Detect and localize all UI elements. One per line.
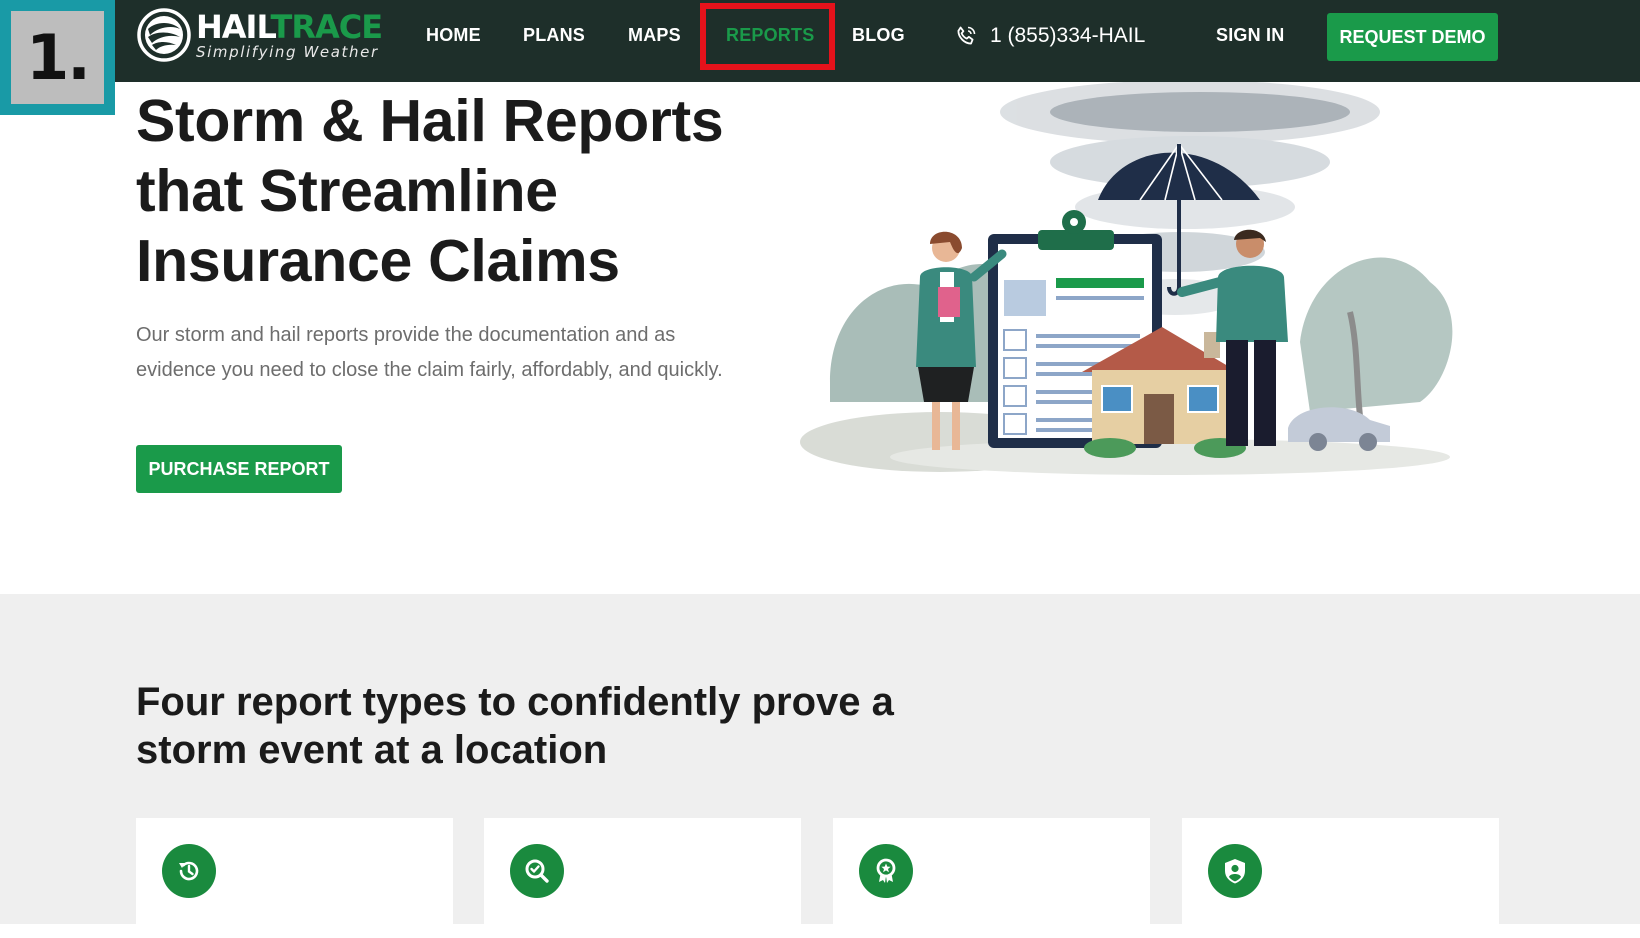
report-types-heading-line-2: storm event at a location — [136, 728, 608, 772]
purchase-report-button[interactable]: PURCHASE REPORT — [136, 445, 342, 493]
hero-title-line-1: Storm & Hail Reports — [136, 88, 724, 154]
report-type-card-3[interactable] — [833, 818, 1150, 938]
hailtrace-logo[interactable]: HAILTRACE Simplifying Weather — [136, 6, 384, 64]
logo-tagline: Simplifying Weather — [196, 42, 379, 61]
sign-in-link[interactable]: SIGN IN — [1216, 25, 1284, 46]
reports-highlight-box — [700, 3, 835, 70]
logo-storm-icon — [137, 8, 191, 62]
step-number: 1. — [26, 21, 91, 94]
phone-icon — [957, 26, 976, 45]
nav-maps[interactable]: MAPS — [628, 25, 681, 46]
logo-name-trace: TRACE — [270, 7, 384, 46]
search-check-icon — [510, 844, 564, 898]
history-icon — [162, 844, 216, 898]
nav-blog[interactable]: BLOG — [852, 25, 905, 46]
hero-description: Our storm and hail reports provide the d… — [136, 324, 723, 381]
shield-user-icon — [1208, 844, 1262, 898]
hero-illustration — [800, 82, 1453, 475]
report-type-card-1[interactable] — [136, 818, 453, 938]
hero-title: Storm & Hail Reports that Streamline Ins… — [136, 86, 756, 296]
logo-name-hail: HAIL — [196, 7, 272, 46]
award-ribbon-icon — [859, 844, 913, 898]
hero-title-line-2: that Streamline — [136, 158, 558, 224]
nav-home[interactable]: HOME — [426, 25, 481, 46]
nav-plans[interactable]: PLANS — [523, 25, 585, 46]
phone-number: 1 (855)334-HAIL — [990, 24, 1146, 47]
report-type-card-2[interactable] — [484, 818, 801, 938]
report-types-heading: Four report types to confidently prove a… — [136, 678, 936, 774]
report-types-heading-line-1: Four report types to confidently prove a — [136, 680, 894, 724]
request-demo-button[interactable]: REQUEST DEMO — [1327, 13, 1498, 61]
phone-link[interactable]: 1 (855)334-HAIL — [954, 24, 1145, 48]
report-type-card-4[interactable] — [1182, 818, 1499, 938]
hero-title-line-3: Insurance Claims — [136, 228, 620, 294]
step-number-badge: 1. — [0, 0, 115, 115]
report-types-section: Four report types to confidently prove a… — [0, 594, 1640, 938]
